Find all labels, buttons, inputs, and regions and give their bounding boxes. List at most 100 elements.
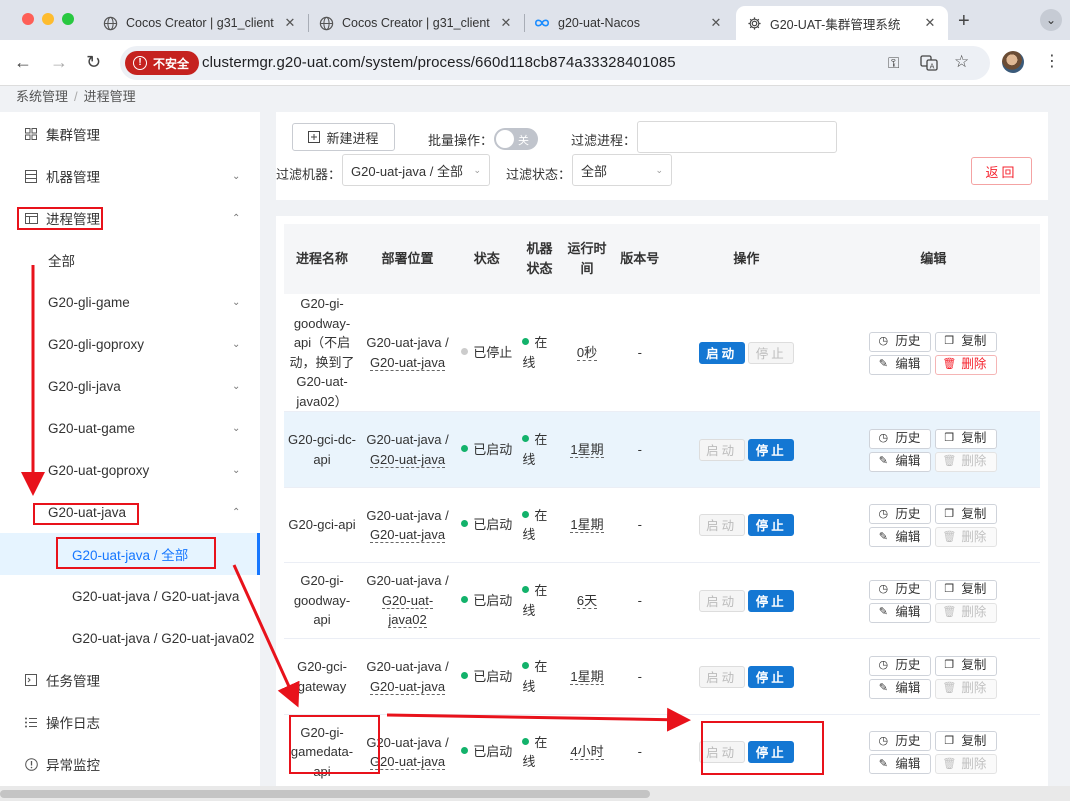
edit-button[interactable]: ✎ 编辑 bbox=[869, 754, 932, 775]
location-link[interactable]: G20-uat-java bbox=[369, 678, 446, 695]
sidebar-item-g20-uat-java-g20-uat-java02[interactable]: G20-uat-java / G20-uat-java02 bbox=[0, 617, 260, 659]
stop-button[interactable]: 停止 bbox=[748, 665, 795, 688]
start-button[interactable]: 启动 bbox=[698, 438, 745, 461]
browser-tab-active[interactable]: G20-UAT-集群管理系统 ✕ bbox=[736, 6, 948, 40]
location-link[interactable]: G20-uat-java bbox=[369, 451, 446, 468]
edit-button[interactable]: ✎ 编辑 bbox=[869, 451, 932, 472]
clock-icon: ◷ bbox=[878, 659, 889, 672]
history-button[interactable]: ◷ 历史 bbox=[869, 655, 932, 676]
stop-button[interactable]: 停止 bbox=[748, 438, 795, 461]
close-tab-icon[interactable]: ✕ bbox=[498, 15, 514, 31]
filter-machine-select[interactable]: G20-uat-java / 全部 ⌄ bbox=[342, 154, 490, 186]
sidebar-item-processes[interactable]: 进程管理 ⌃ bbox=[0, 197, 260, 239]
close-tab-icon[interactable]: ✕ bbox=[922, 15, 938, 31]
new-process-button[interactable]: 新建进程 bbox=[292, 123, 395, 151]
browser-tab[interactable]: Cocos Creator | g31_client ✕ bbox=[308, 6, 524, 40]
sidebar-item-operation-log[interactable]: 操作日志 bbox=[0, 701, 260, 743]
history-button[interactable]: ◷ 历史 bbox=[869, 579, 932, 600]
table-row: G20-gi-goodway-api（不启动，换到了G20-uat-java02… bbox=[284, 294, 1040, 412]
copy-button[interactable]: ❐ 复制 bbox=[935, 504, 998, 525]
sidebar-item-g20-uat-java[interactable]: G20-uat-java ⌃ bbox=[0, 491, 260, 533]
location-link[interactable]: G20-uat-java bbox=[369, 527, 446, 543]
edit-button[interactable]: ✎ 编辑 bbox=[869, 602, 932, 623]
batch-toggle[interactable]: 关 bbox=[494, 128, 538, 150]
status-cell: 已启动 bbox=[455, 638, 519, 715]
edit-button[interactable]: ✎ 编辑 bbox=[869, 678, 932, 699]
sidebar-item-g20-gli-goproxy[interactable]: G20-gli-goproxy ⌄ bbox=[0, 323, 260, 365]
edit-button[interactable]: ✎ 编辑 bbox=[869, 527, 932, 548]
history-button[interactable]: ◷ 历史 bbox=[869, 428, 932, 449]
sidebar-item-monitoring[interactable]: 异常监控 bbox=[0, 743, 260, 785]
sidebar-item-g20-uat-java-all[interactable]: G20-uat-java / 全部 bbox=[0, 533, 260, 575]
edit-button[interactable]: ✎ 编辑 bbox=[869, 354, 932, 375]
minimize-window-button[interactable] bbox=[42, 13, 54, 25]
delete-button[interactable]: 🗑 删除 bbox=[935, 451, 998, 472]
tab-search-icon[interactable]: ⌄ bbox=[1040, 9, 1062, 31]
bookmark-star-icon[interactable]: ☆ bbox=[954, 52, 969, 72]
copy-button[interactable]: ❐ 复制 bbox=[935, 579, 998, 600]
stop-button[interactable]: 停止 bbox=[748, 514, 795, 536]
start-button[interactable]: 启动 bbox=[698, 741, 745, 763]
copy-button[interactable]: ❐ 复制 bbox=[935, 655, 998, 676]
start-button[interactable]: 启动 bbox=[698, 589, 745, 612]
location-link[interactable]: G20-uat-java bbox=[369, 354, 446, 371]
delete-button[interactable]: 🗑 删除 bbox=[935, 754, 998, 775]
filter-process-input[interactable] bbox=[637, 121, 837, 153]
stop-button[interactable]: 停止 bbox=[748, 741, 795, 763]
filter-status-select[interactable]: 全部 ⌄ bbox=[572, 154, 672, 186]
zoom-window-button[interactable] bbox=[62, 13, 74, 25]
close-tab-icon[interactable]: ✕ bbox=[282, 15, 298, 31]
key-icon[interactable]: ⚿ bbox=[888, 55, 899, 72]
sidebar-item-g20-gli-game[interactable]: G20-gli-game ⌄ bbox=[0, 281, 260, 323]
breadcrumb-item[interactable]: 系统管理 bbox=[16, 89, 68, 104]
sidebar-item-tasks[interactable]: 任务管理 bbox=[0, 659, 260, 701]
sidebar-item-g20-gli-java[interactable]: G20-gli-java ⌄ bbox=[0, 365, 260, 407]
history-button[interactable]: ◷ 历史 bbox=[869, 731, 932, 752]
copy-label: 复制 bbox=[961, 733, 987, 748]
history-label: 历史 bbox=[895, 334, 921, 349]
sidebar-item-g20-uat-game[interactable]: G20-uat-game ⌄ bbox=[0, 407, 260, 449]
new-tab-icon[interactable]: + bbox=[958, 10, 970, 33]
status-dot bbox=[461, 595, 469, 603]
sidebar-item-cluster[interactable]: 集群管理 bbox=[0, 113, 260, 155]
return-button[interactable]: 返回 bbox=[971, 157, 1032, 185]
start-button[interactable]: 启动 bbox=[698, 341, 745, 364]
horizontal-scrollbar[interactable] bbox=[0, 786, 1070, 801]
sidebar-item-all[interactable]: 全部 bbox=[0, 239, 260, 281]
translate-icon[interactable]: A bbox=[920, 55, 938, 75]
browser-tab[interactable]: g20-uat-Nacos ✕ bbox=[524, 6, 734, 40]
back-icon[interactable]: ← bbox=[14, 52, 32, 73]
delete-button[interactable]: 🗑 删除 bbox=[935, 678, 998, 699]
close-window-button[interactable] bbox=[22, 13, 34, 25]
delete-button[interactable]: 🗑 删除 bbox=[935, 354, 998, 375]
profile-avatar[interactable] bbox=[1002, 51, 1024, 73]
pencil-icon: ✎ bbox=[878, 455, 888, 468]
sidebar-item-machines[interactable]: 机器管理 ⌄ bbox=[0, 155, 260, 197]
forward-icon[interactable]: → bbox=[50, 52, 68, 73]
copy-button[interactable]: ❐ 复制 bbox=[935, 731, 998, 752]
history-button[interactable]: ◷ 历史 bbox=[869, 331, 932, 352]
browser-menu-icon[interactable]: ⋮ bbox=[1044, 51, 1060, 71]
delete-label: 删除 bbox=[961, 529, 987, 544]
stop-button[interactable]: 停止 bbox=[748, 589, 795, 612]
delete-button[interactable]: 🗑 删除 bbox=[935, 527, 998, 548]
insecure-badge[interactable]: ! 不安全 bbox=[125, 51, 200, 75]
sidebar-item-g20-uat-java-g20-uat-java[interactable]: G20-uat-java / G20-uat-java bbox=[0, 575, 260, 617]
table-row: G20-gci-gateway G20-uat-java / G20-uat-ja… bbox=[284, 638, 1040, 715]
close-tab-icon[interactable]: ✕ bbox=[708, 15, 724, 31]
copy-button[interactable]: ❐ 复制 bbox=[935, 331, 998, 352]
delete-button[interactable]: 🗑 删除 bbox=[935, 602, 998, 623]
history-button[interactable]: ◷ 历史 bbox=[869, 504, 932, 525]
sidebar-item-g20-uat-goproxy[interactable]: G20-uat-goproxy ⌄ bbox=[0, 449, 260, 491]
start-button[interactable]: 启动 bbox=[698, 665, 745, 688]
location-link[interactable]: G20-uat-java bbox=[369, 754, 446, 770]
copy-button[interactable]: ❐ 复制 bbox=[935, 428, 998, 449]
start-button[interactable]: 启动 bbox=[698, 514, 745, 536]
reload-icon[interactable]: ↻ bbox=[86, 52, 101, 73]
stop-button[interactable]: 停止 bbox=[748, 341, 795, 364]
url-field[interactable]: ! 不安全 clustermgr.g20-uat.com/system/proc… bbox=[120, 46, 990, 80]
browser-tab[interactable]: Cocos Creator | g31_client ✕ bbox=[92, 6, 308, 40]
location-link[interactable]: G20-uat-java02 bbox=[381, 592, 434, 629]
location-prefix: G20-uat-java / bbox=[366, 659, 449, 674]
sidebar-item-label: 进程管理 bbox=[46, 212, 100, 227]
